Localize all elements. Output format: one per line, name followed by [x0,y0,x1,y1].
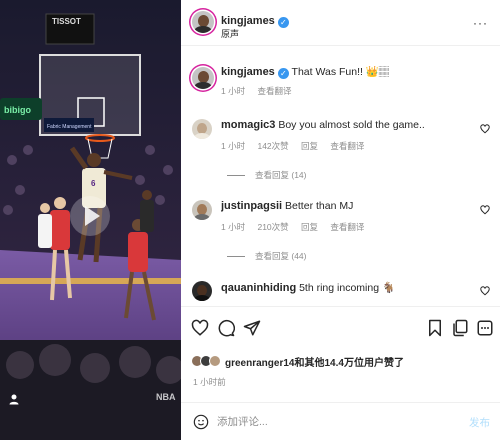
comment-avatar[interactable] [192,281,212,301]
reels-icon[interactable] [451,319,469,337]
header-avatar[interactable] [192,11,214,33]
comment-avatar[interactable] [192,200,212,220]
comment-text: Boy you almost sold the game.. [278,119,425,131]
board-sign: Fabric Management [47,124,92,130]
likes-summary[interactable]: greenranger14和其他14.4万位用户赞了 [191,352,404,370]
comment-username[interactable]: justinpagsii [221,200,282,212]
post-video[interactable]: TISSOT bibigo Fabric Management 6 NBA [0,0,181,440]
header-username[interactable]: kingjames [221,15,275,27]
view-replies[interactable]: 查看回复 (14) [227,169,306,181]
likes-count: 和其他14.4万位用户赞了 [294,357,404,369]
heart-icon[interactable] [480,124,490,134]
send-icon[interactable] [243,319,261,337]
post-time: 1 小时前 [193,377,226,387]
more-icon[interactable] [476,319,494,337]
heart-icon[interactable] [191,319,209,337]
comment-reply[interactable]: 回复 [301,222,318,232]
comment-avatar[interactable] [192,119,212,139]
post-button[interactable]: 发布 [469,415,490,430]
emoji-icon[interactable] [193,414,209,430]
jersey-number: 6 [91,179,96,188]
post-side-panel: kingjames ✓ 原声 ··· kingjames ✓ That Was Fu… [181,0,500,440]
comment-time: 1 小时 [221,141,246,151]
comments-list[interactable]: kingjames ✓ That Was Fun!! 👑🏽 1 小时 查看翻译 m… [181,47,500,305]
action-bar [181,306,500,352]
bookmark-icon[interactable] [426,319,444,337]
more-icon[interactable]: ··· [473,16,488,30]
comment-composer: 发布 [181,402,500,440]
sponsor-sign: bibigo [4,105,31,115]
scoreboard-brand: TISSOT [52,17,81,26]
user-tag-icon[interactable] [8,393,20,405]
comment-translate[interactable]: 查看翻译 [330,141,364,151]
comment-likes[interactable]: 210次赞 [257,222,288,232]
likes-user[interactable]: greenranger14 [225,358,294,369]
heart-icon[interactable] [480,205,490,215]
comment-reply[interactable]: 回复 [301,141,318,151]
verified-badge-icon: ✓ [277,68,289,79]
comment-translate[interactable]: 查看翻译 [330,222,364,232]
caption-text: That Was Fun!! 👑🏽 [291,66,390,78]
caption-avatar[interactable] [192,67,214,89]
comment-text: Better than MJ [285,200,354,212]
comment-input[interactable] [217,414,437,430]
heart-icon[interactable] [480,286,490,296]
comment-username[interactable]: qauaninhiding [221,282,296,294]
comment-icon[interactable] [217,319,235,337]
view-replies[interactable]: 查看回复 (44) [227,250,306,262]
media-watermark: NBA [156,392,176,402]
play-button[interactable] [70,196,110,236]
verified-badge-icon: ✓ [277,17,289,28]
comment-likes[interactable]: 142次赞 [257,141,288,151]
comment-text: 5th ring incoming 🐐 [299,282,396,294]
caption-username[interactable]: kingjames [221,66,275,78]
caption-time: 1 小时 [221,86,246,96]
audio-label[interactable]: 原声 [221,27,239,40]
play-icon [84,206,100,226]
liker-avatar [209,355,221,367]
comment-time: 1 小时 [221,222,246,232]
comment-username[interactable]: momagic3 [221,119,275,131]
caption-translate[interactable]: 查看翻译 [257,86,291,96]
post-header: kingjames ✓ 原声 ··· [181,0,500,46]
